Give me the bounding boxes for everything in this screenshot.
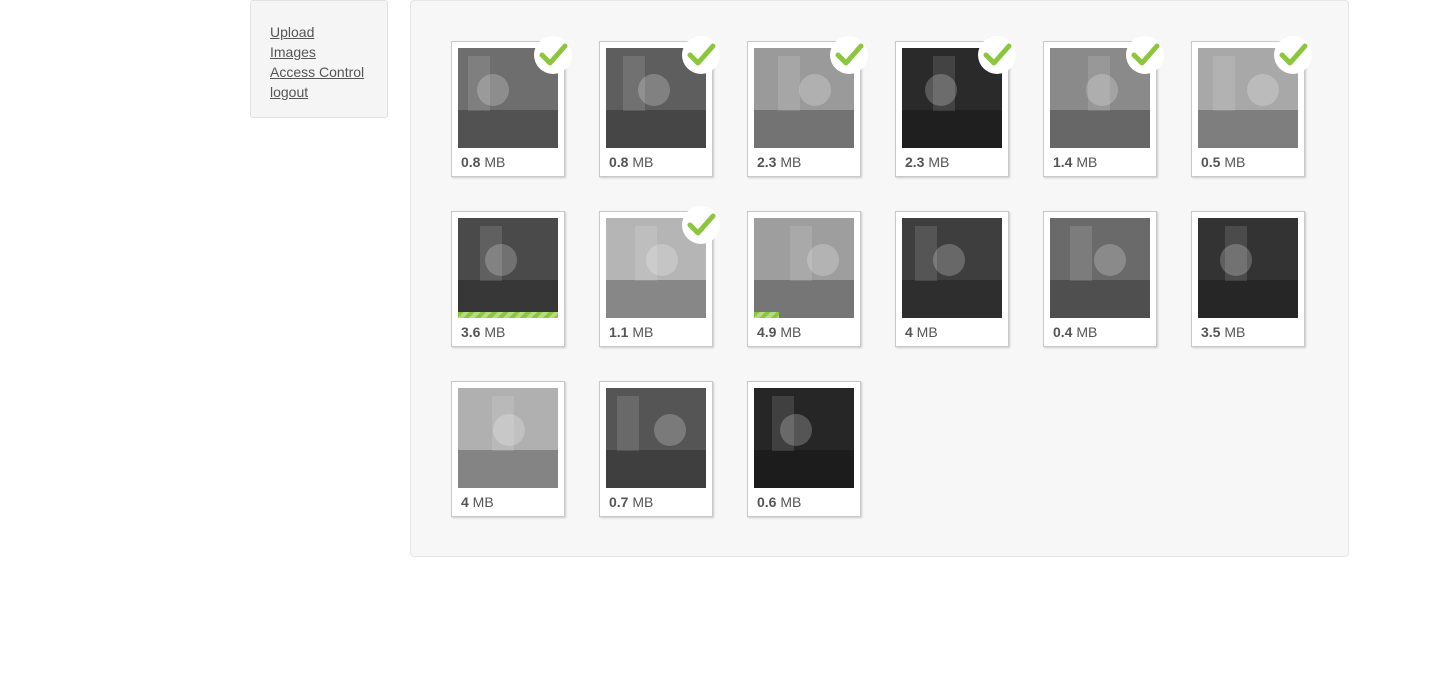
file-size-label: 3.5 MB [1201,324,1245,340]
file-size-label: 0.8 MB [609,154,653,170]
image-thumbnail[interactable]: 4 MB [895,211,1009,347]
checkmark-icon [1126,36,1164,74]
image-thumbnail[interactable]: 3.6 MB [451,211,565,347]
image-preview [1198,218,1298,318]
file-size-value: 1.1 [609,324,629,340]
image-thumbnail[interactable]: 4 MB [451,381,565,517]
nav-link-upload[interactable]: Upload [270,22,387,42]
file-size-unit: MB [1072,324,1098,340]
image-thumbnail[interactable]: 0.7 MB [599,381,713,517]
file-size-label: 3.6 MB [461,324,505,340]
image-thumbnail[interactable]: 0.5 MB [1191,36,1312,177]
file-size-unit: MB [480,324,506,340]
image-thumbnail[interactable]: 2.3 MB [895,36,1016,177]
file-size-label: 2.3 MB [905,154,949,170]
nav-link-images[interactable]: Images [270,42,387,62]
image-gallery: 0.8 MB 0.8 MB 2.3 MB 2.3 MB 1.4 MB 0.5 MB 3.6 … [410,0,1349,557]
file-size-unit: MB [776,494,802,510]
image-preview [1050,218,1150,318]
file-size-unit: MB [1220,324,1246,340]
file-size-value: 0.6 [757,494,777,510]
checkmark-icon [978,36,1016,74]
image-thumbnail[interactable]: 2.3 MB [747,36,868,177]
file-size-label: 0.5 MB [1201,154,1245,170]
file-size-unit: MB [776,324,802,340]
file-size-label: 0.8 MB [461,154,505,170]
image-thumbnail[interactable]: 1.4 MB [1043,36,1164,177]
file-size-value: 1.4 [1053,154,1073,170]
file-size-value: 4 [905,324,913,340]
checkmark-icon [534,36,572,74]
file-size-label: 0.7 MB [609,494,653,510]
image-thumbnail[interactable]: 1.1 MB [599,206,720,347]
checkmark-icon [682,206,720,244]
image-thumbnail[interactable]: 0.4 MB [1043,211,1157,347]
image-preview [754,388,854,488]
checkmark-icon [682,36,720,74]
file-size-value: 0.4 [1053,324,1073,340]
file-size-value: 3.5 [1201,324,1221,340]
file-size-unit: MB [924,154,950,170]
file-size-label: 1.4 MB [1053,154,1097,170]
image-preview [458,388,558,488]
checkmark-icon [830,36,868,74]
image-thumbnail[interactable]: 4.9 MB [747,211,861,347]
file-size-unit: MB [628,154,654,170]
file-size-unit: MB [1072,154,1098,170]
file-size-value: 0.8 [461,154,481,170]
file-size-unit: MB [1220,154,1246,170]
file-size-label: 4.9 MB [757,324,801,340]
image-thumbnail[interactable]: 0.8 MB [599,36,720,177]
image-preview [458,218,558,318]
file-size-unit: MB [468,494,494,510]
file-size-label: 4 MB [905,324,938,340]
image-thumbnail[interactable]: 3.5 MB [1191,211,1305,347]
upload-progress-bar [458,312,558,318]
image-thumbnail[interactable]: 0.6 MB [747,381,861,517]
file-size-label: 2.3 MB [757,154,801,170]
image-thumbnail[interactable]: 0.8 MB [451,36,572,177]
file-size-label: 4 MB [461,494,494,510]
file-size-unit: MB [912,324,938,340]
file-size-value: 0.7 [609,494,629,510]
file-size-unit: MB [628,324,654,340]
file-size-value: 0.5 [1201,154,1221,170]
file-size-value: 4.9 [757,324,777,340]
image-preview [606,388,706,488]
file-size-value: 0.8 [609,154,629,170]
file-size-value: 2.3 [905,154,925,170]
upload-progress-bar [754,312,779,318]
nav-link-logout[interactable]: logout [270,82,387,102]
file-size-value: 3.6 [461,324,481,340]
file-size-value: 4 [461,494,469,510]
file-size-label: 0.4 MB [1053,324,1097,340]
checkmark-icon [1274,36,1312,74]
file-size-unit: MB [776,154,802,170]
image-preview [754,218,854,318]
file-size-label: 0.6 MB [757,494,801,510]
file-size-unit: MB [628,494,654,510]
sidebar-nav: Upload Images Access Control logout [250,0,388,118]
image-preview [902,218,1002,318]
file-size-value: 2.3 [757,154,777,170]
file-size-unit: MB [480,154,506,170]
file-size-label: 1.1 MB [609,324,653,340]
nav-link-access-control[interactable]: Access Control [270,62,387,82]
